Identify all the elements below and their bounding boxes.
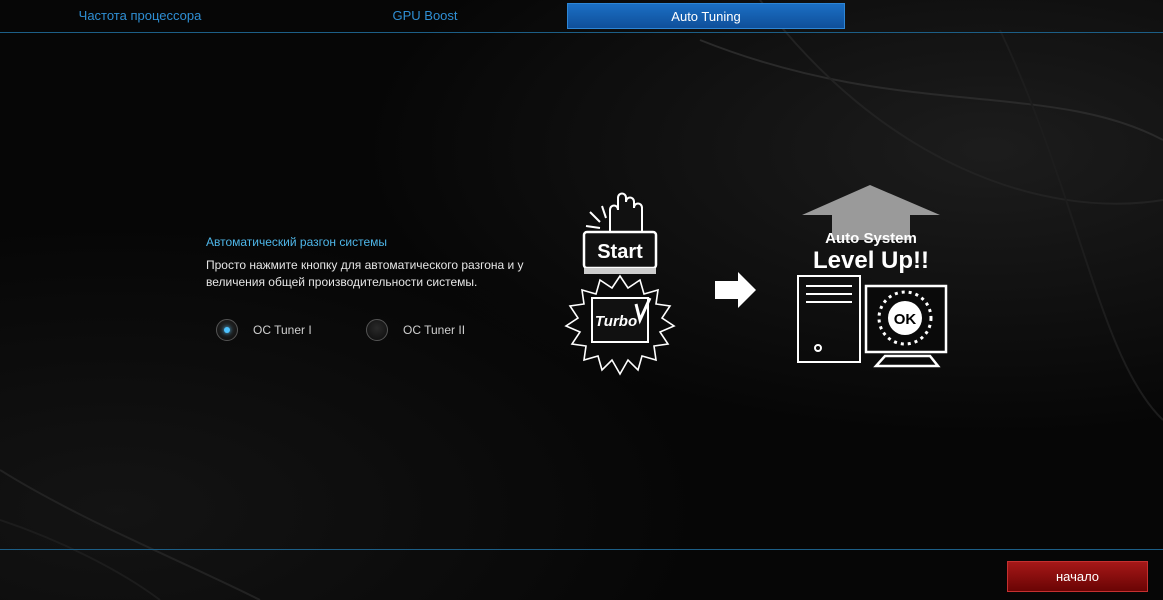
auto-tuning-illustration: Start Turbo Auto System Level Up!! OK xyxy=(564,185,948,376)
tab-auto-tuning[interactable]: Auto Tuning xyxy=(567,3,845,29)
panel-title: Автоматический разгон системы xyxy=(206,235,388,249)
headline-line-2: Level Up!! xyxy=(813,247,929,274)
ok-label: OK xyxy=(894,311,917,328)
start-key-label: Start xyxy=(597,241,643,263)
tab-cpu-frequency[interactable]: Частота процессора xyxy=(25,3,255,29)
radio-circle[interactable] xyxy=(216,319,238,341)
right-arrow-icon xyxy=(715,272,756,308)
oc-tuner-2-radio[interactable]: OC Tuner II xyxy=(366,318,465,342)
radio-selected-dot xyxy=(224,327,230,333)
tab-gpu-boost[interactable]: GPU Boost xyxy=(310,3,540,29)
panel-description: Просто нажмите кнопку для автоматическог… xyxy=(206,258,524,289)
oc-tuner-1-label: OC Tuner I xyxy=(253,323,312,337)
auto-tuning-window: Частота процессора GPU Boost Auto Tuning… xyxy=(0,0,1163,600)
radio-circle[interactable] xyxy=(366,319,388,341)
turbo-label: Turbo xyxy=(595,313,637,330)
headline-line-1: Auto System xyxy=(825,230,917,247)
pc-tower-icon xyxy=(797,275,861,363)
tab-bar: Частота процессора GPU Boost Auto Tuning xyxy=(0,0,1163,33)
oc-tuner-2-label: OC Tuner II xyxy=(403,323,466,337)
oc-tuner-1-radio[interactable]: OC Tuner I xyxy=(216,318,312,342)
start-button[interactable]: начало xyxy=(1007,561,1148,592)
bottom-bar xyxy=(0,549,1163,600)
start-key-icon: Start xyxy=(582,230,658,274)
turbo-chip-icon: Turbo xyxy=(564,274,676,376)
